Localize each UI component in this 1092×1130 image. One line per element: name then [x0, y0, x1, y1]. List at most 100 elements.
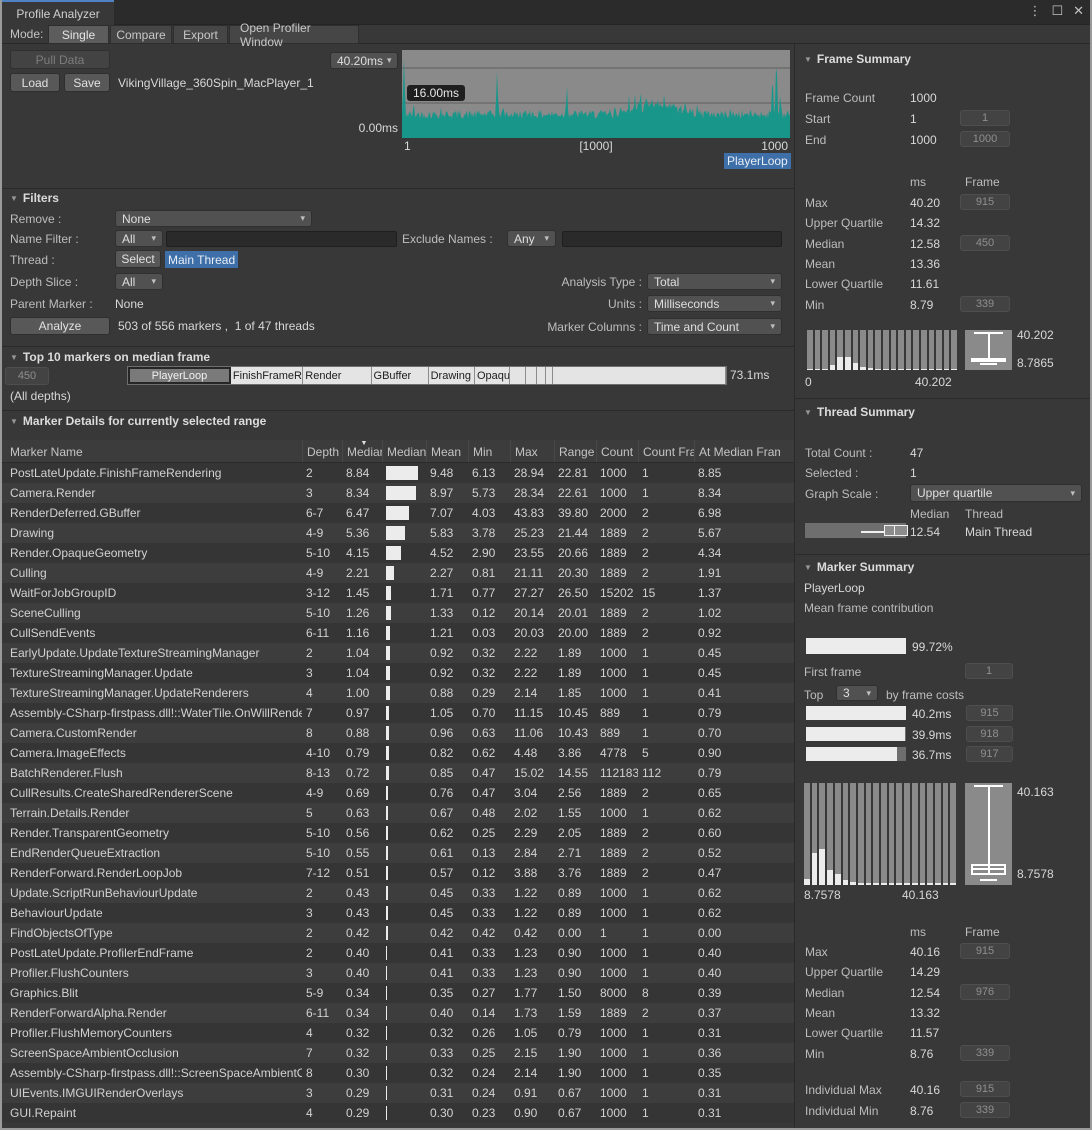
column-header-5[interactable]: Min — [468, 440, 510, 462]
top10-frame-chip[interactable]: 450 — [5, 367, 49, 385]
thread-value-chip[interactable]: Main Thread — [165, 251, 238, 268]
units-dropdown[interactable]: Milliseconds — [647, 295, 782, 312]
graph-scale-dropdown[interactable]: Upper quartile — [910, 484, 1082, 502]
table-row[interactable]: RenderForwardAlpha.Render6-110.340.400.1… — [2, 1003, 794, 1023]
table-row[interactable]: Render.TransparentGeometry5-100.560.620.… — [2, 823, 794, 843]
column-header-9[interactable]: Count Frame — [638, 440, 694, 462]
tab-profile-analyzer[interactable]: Profile Analyzer — [2, 0, 114, 25]
table-row[interactable]: Render.OpaqueGeometry5-104.154.522.9023.… — [2, 543, 794, 563]
frame-timeline-chart[interactable]: 16.00ms — [402, 50, 790, 138]
analysis-type-dropdown[interactable]: Total — [647, 273, 782, 290]
frame-jump-chip[interactable]: 915 — [960, 943, 1010, 959]
frame-jump-chip[interactable]: 1000 — [960, 131, 1010, 147]
open-profiler-window-button[interactable]: Open Profiler Window — [229, 25, 359, 44]
kebab-menu-icon[interactable]: ⋮ — [1028, 3, 1041, 19]
table-row[interactable]: ScreenSpaceAmbientOcclusion70.320.330.25… — [2, 1043, 794, 1063]
frame-jump-chip[interactable]: 915 — [960, 194, 1010, 210]
table-row[interactable]: EndRenderQueueExtraction5-100.550.610.13… — [2, 843, 794, 863]
table-row[interactable]: BatchRenderer.Flush8-130.720.850.4715.02… — [2, 763, 794, 783]
load-button[interactable]: Load — [10, 73, 60, 92]
marker-details-section-header[interactable]: Marker Details for currently selected ra… — [10, 414, 266, 428]
frame-jump-chip[interactable]: 976 — [960, 984, 1010, 1000]
top10-segment-7[interactable] — [526, 367, 537, 384]
exclude-mode-dropdown[interactable]: Any — [507, 230, 556, 247]
name-filter-mode-dropdown[interactable]: All — [115, 230, 163, 247]
column-header-2[interactable]: Median▼ — [342, 440, 382, 462]
top10-segment-9[interactable] — [546, 367, 554, 384]
table-row[interactable]: Camera.CustomRender80.880.960.6311.0610.… — [2, 723, 794, 743]
maximize-icon[interactable]: ☐ — [1051, 3, 1063, 19]
column-header-4[interactable]: Mean — [426, 440, 468, 462]
column-header-6[interactable]: Max — [510, 440, 554, 462]
top10-segment-PlayerLoop[interactable]: PlayerLoop — [128, 367, 231, 384]
table-row[interactable]: GUI.Repaint40.290.300.230.900.67100010.3… — [2, 1103, 794, 1123]
frame-jump-chip[interactable]: 1 — [960, 110, 1010, 126]
filters-section-header[interactable]: Filters — [10, 191, 59, 205]
top-n-dropdown[interactable]: 3 — [836, 685, 878, 701]
save-button[interactable]: Save — [64, 73, 110, 92]
frame-jump-chip[interactable]: 450 — [960, 235, 1010, 251]
table-row[interactable]: EarlyUpdate.UpdateTextureStreamingManage… — [2, 643, 794, 663]
table-row[interactable]: PostLateUpdate.FinishFrameRendering28.84… — [2, 463, 794, 483]
table-row[interactable]: UIEvents.IMGUIRenderOverlays30.290.310.2… — [2, 1083, 794, 1103]
depth-slice-dropdown[interactable]: All — [115, 273, 163, 290]
close-icon[interactable]: ✕ — [1073, 3, 1084, 19]
name-filter-input[interactable] — [166, 231, 397, 247]
top10-section-header[interactable]: Top 10 markers on median frame — [10, 350, 210, 364]
table-row[interactable]: Camera.ImageEffects4-100.790.820.624.483… — [2, 743, 794, 763]
table-row[interactable]: BehaviourUpdate30.430.450.331.220.891000… — [2, 903, 794, 923]
table-row[interactable]: Camera.Render38.348.975.7328.3422.611000… — [2, 483, 794, 503]
mode-compare-button[interactable]: Compare — [110, 25, 172, 44]
column-header-10[interactable]: At Median Frame — [694, 440, 780, 462]
top10-segment-rest[interactable] — [553, 367, 726, 384]
table-row[interactable]: CullSendEvents6-111.161.210.0320.0320.00… — [2, 623, 794, 643]
marker-columns-dropdown[interactable]: Time and Count — [647, 318, 782, 335]
timeline-scale-dropdown[interactable]: 40.20ms — [330, 52, 398, 69]
column-header-0[interactable]: Marker Name — [2, 440, 302, 462]
pull-data-button[interactable]: Pull Data — [10, 50, 110, 69]
frame-jump-chip[interactable]: 339 — [960, 1102, 1010, 1118]
table-row[interactable]: Drawing4-95.365.833.7825.2321.44188925.6… — [2, 523, 794, 543]
exclude-names-input[interactable] — [562, 231, 782, 247]
top10-segment-OpaqueGeometry[interactable]: OpaqueGeometry — [475, 367, 511, 384]
table-row[interactable]: Update.ScriptRunBehaviourUpdate20.430.45… — [2, 883, 794, 903]
table-row[interactable]: TextureStreamingManager.UpdateRenderers4… — [2, 683, 794, 703]
table-row[interactable]: Assembly-CSharp-firstpass.dll!::WaterTil… — [2, 703, 794, 723]
table-row[interactable]: Culling4-92.212.270.8121.1120.30188921.9… — [2, 563, 794, 583]
frame-jump-chip[interactable]: 915 — [960, 1081, 1010, 1097]
thread-name[interactable]: Main Thread — [965, 525, 1032, 539]
column-header-8[interactable]: Count — [596, 440, 638, 462]
thread-select-button[interactable]: Select — [115, 250, 161, 268]
table-row[interactable]: Graphics.Blit5-90.340.350.271.771.508000… — [2, 983, 794, 1003]
timeline-selected-marker-chip[interactable]: PlayerLoop — [724, 153, 791, 169]
marker-summary-header[interactable]: Marker Summary — [804, 560, 914, 574]
frame-jump-chip[interactable]: 339 — [960, 296, 1010, 312]
remove-dropdown[interactable]: None — [115, 210, 312, 227]
table-row[interactable]: CullResults.CreateSharedRendererScene4-9… — [2, 783, 794, 803]
frame-jump-chip[interactable]: 339 — [960, 1045, 1010, 1061]
top10-segment-6[interactable] — [510, 367, 526, 384]
top10-segment-8[interactable] — [537, 367, 545, 384]
table-row[interactable]: Terrain.Details.Render50.630.670.482.021… — [2, 803, 794, 823]
table-row[interactable]: WaitForJobGroupID3-121.451.710.7727.2726… — [2, 583, 794, 603]
top10-segment-Drawing[interactable]: Drawing — [429, 367, 475, 384]
column-header-3[interactable]: Median — [382, 440, 426, 462]
table-row[interactable]: Assembly-CSharp-firstpass.dll!::ScreenSp… — [2, 1063, 794, 1083]
thread-summary-header[interactable]: Thread Summary — [804, 405, 915, 419]
export-button[interactable]: Export — [173, 25, 228, 44]
table-row[interactable]: SceneCulling5-101.261.330.1220.1420.0118… — [2, 603, 794, 623]
top10-segment-FinishFrameRendering[interactable]: FinishFrameRendering — [231, 367, 303, 384]
cost-frame-chip[interactable]: 918 — [966, 726, 1013, 742]
table-row[interactable]: PostLateUpdate.ProfilerEndFrame20.400.41… — [2, 943, 794, 963]
column-header-1[interactable]: Depth — [302, 440, 342, 462]
table-row[interactable]: TextureStreamingManager.Update31.040.920… — [2, 663, 794, 683]
first-frame-chip[interactable]: 1 — [965, 663, 1013, 679]
table-row[interactable]: RenderDeferred.GBuffer6-76.477.074.0343.… — [2, 503, 794, 523]
table-row[interactable]: Profiler.FlushMemoryCounters40.320.320.2… — [2, 1023, 794, 1043]
top10-segment-GBuffer[interactable]: GBuffer — [372, 367, 429, 384]
table-row[interactable]: RenderForward.RenderLoopJob7-120.510.570… — [2, 863, 794, 883]
column-header-7[interactable]: Range — [554, 440, 596, 462]
table-row[interactable]: FindObjectsOfType20.420.420.420.420.0011… — [2, 923, 794, 943]
table-row[interactable]: Profiler.FlushCounters30.400.410.331.230… — [2, 963, 794, 983]
cost-frame-chip[interactable]: 917 — [966, 746, 1013, 762]
